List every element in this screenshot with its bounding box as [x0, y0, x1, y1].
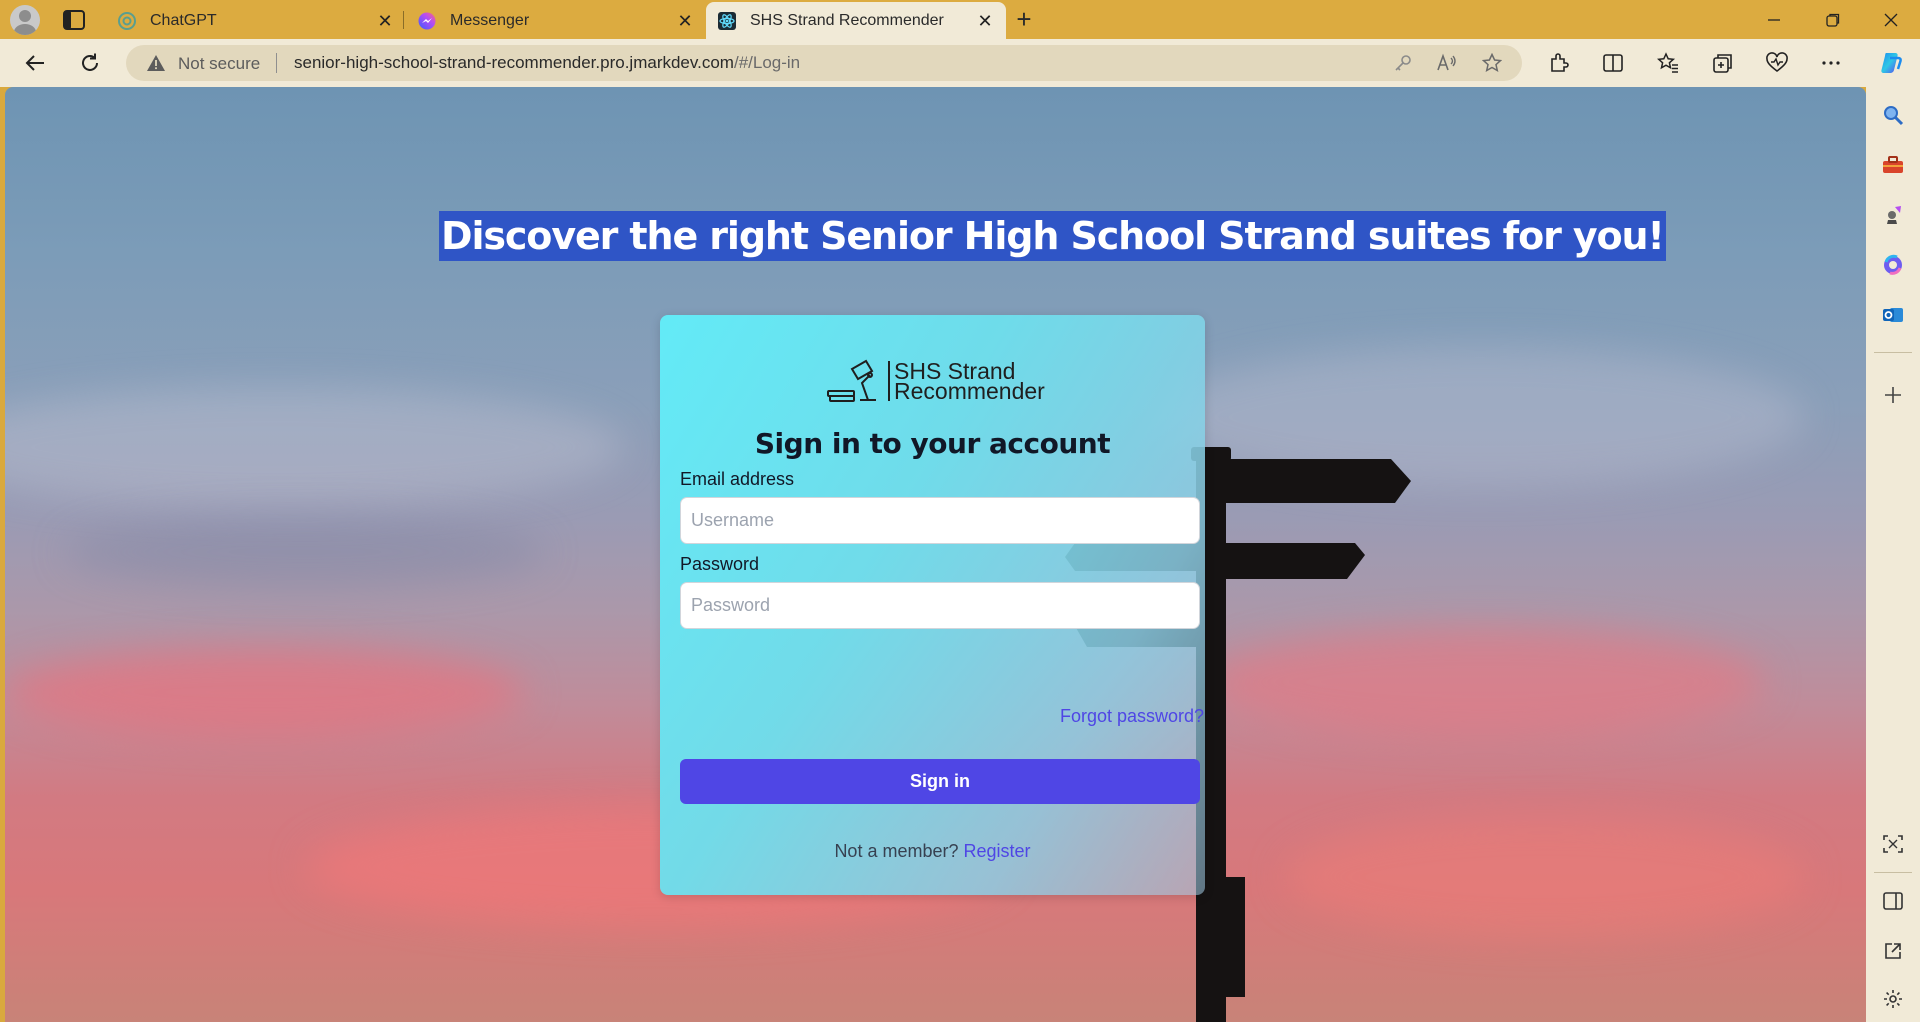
favorites-icon[interactable]	[1653, 48, 1683, 78]
games-icon[interactable]	[1881, 203, 1905, 227]
read-aloud-icon[interactable]	[1436, 52, 1458, 74]
password-label: Password	[680, 554, 760, 574]
split-screen-icon[interactable]	[1598, 48, 1628, 78]
url-host: senior-high-school-strand-recommender.pr…	[294, 53, 734, 72]
tab-chatgpt[interactable]: ChatGPT ✕	[106, 2, 406, 39]
url-text[interactable]: senior-high-school-strand-recommender.pr…	[294, 53, 800, 73]
close-tab-icon[interactable]: ✕	[976, 12, 994, 30]
key-icon[interactable]	[1392, 52, 1414, 74]
page-title: Sign in to your account	[754, 427, 1111, 460]
sign-in-button[interactable]: Sign in	[680, 759, 1200, 804]
page-viewport: Discover the right Senior High School St…	[5, 87, 1866, 1022]
login-card: SHS Strand Recommender Sign in to your a…	[660, 315, 1205, 895]
tab-title: ChatGPT	[150, 11, 217, 29]
microsoft-365-icon[interactable]	[1881, 253, 1905, 277]
messenger-icon	[418, 12, 436, 30]
logo-line-2: Recommender	[894, 378, 1045, 404]
collections-icon[interactable]	[1708, 48, 1738, 78]
refresh-button[interactable]	[75, 48, 105, 78]
search-icon[interactable]	[1881, 103, 1905, 127]
tab-divider	[403, 11, 404, 29]
screenshot-icon[interactable]	[1881, 832, 1905, 856]
chatgpt-icon	[118, 11, 136, 30]
not-member-text: Not a member?	[834, 841, 959, 861]
profile-avatar-icon[interactable]	[10, 5, 40, 35]
edge-sidebar	[1866, 87, 1920, 1022]
tab-title: SHS Strand Recommender	[750, 11, 944, 29]
background-cloud	[5, 387, 625, 507]
sidebar-divider	[1874, 352, 1912, 353]
copilot-icon[interactable]	[1876, 48, 1906, 78]
url-divider	[276, 53, 277, 73]
favorite-star-icon[interactable]	[1481, 52, 1503, 74]
background-cloud	[5, 647, 525, 737]
close-window-button[interactable]	[1862, 0, 1920, 39]
tab-actions-icon[interactable]	[62, 9, 86, 31]
register-link[interactable]: Register	[964, 841, 1031, 861]
tab-messenger[interactable]: Messenger ✕	[406, 2, 706, 39]
browser-toolbar: Not secure senior-high-school-strand-rec…	[0, 39, 1920, 87]
close-tab-icon[interactable]: ✕	[676, 12, 694, 30]
page-headline: Discover the right Senior High School St…	[439, 211, 1666, 261]
tools-icon[interactable]	[1881, 153, 1905, 177]
minimize-button[interactable]	[1745, 0, 1803, 39]
register-prompt: Not a member? Register	[660, 841, 1205, 862]
react-icon	[718, 11, 736, 30]
extensions-icon[interactable]	[1544, 48, 1574, 78]
add-icon[interactable]	[1881, 383, 1905, 407]
sidebar-settings-icon[interactable]	[1881, 987, 1905, 1011]
warning-icon[interactable]	[146, 54, 166, 72]
background-cloud	[65, 517, 545, 587]
tab-shs-strand-recommender[interactable]: SHS Strand Recommender ✕	[706, 2, 1006, 39]
app-logo: SHS Strand Recommender	[826, 357, 1056, 407]
url-path: /#/Log-in	[733, 53, 801, 72]
hide-sidebar-icon[interactable]	[1881, 889, 1905, 913]
back-button[interactable]	[20, 48, 50, 78]
email-label: Email address	[680, 469, 795, 489]
close-tab-icon[interactable]: ✕	[376, 12, 394, 30]
restore-button[interactable]	[1804, 0, 1862, 39]
tab-strip: ChatGPT ✕ Messenger ✕ SHS Strand Recomme…	[0, 0, 1920, 39]
password-field[interactable]	[680, 582, 1200, 629]
email-field[interactable]	[680, 497, 1200, 544]
sidebar-divider	[1874, 872, 1912, 873]
books-lamp-icon	[827, 359, 876, 402]
tab-title: Messenger	[450, 11, 530, 29]
outlook-icon[interactable]	[1881, 303, 1905, 327]
settings-more-icon[interactable]	[1816, 48, 1846, 78]
logo-wordmark: SHS Strand Recommender	[888, 360, 1045, 404]
security-status-label[interactable]: Not secure	[178, 54, 260, 74]
forgot-password-link[interactable]: Forgot password?	[1060, 706, 1204, 727]
open-external-icon[interactable]	[1881, 939, 1905, 963]
browser-essentials-icon[interactable]	[1762, 48, 1792, 78]
new-tab-button[interactable]: +	[1010, 6, 1038, 34]
address-bar[interactable]: Not secure senior-high-school-strand-rec…	[126, 45, 1522, 81]
